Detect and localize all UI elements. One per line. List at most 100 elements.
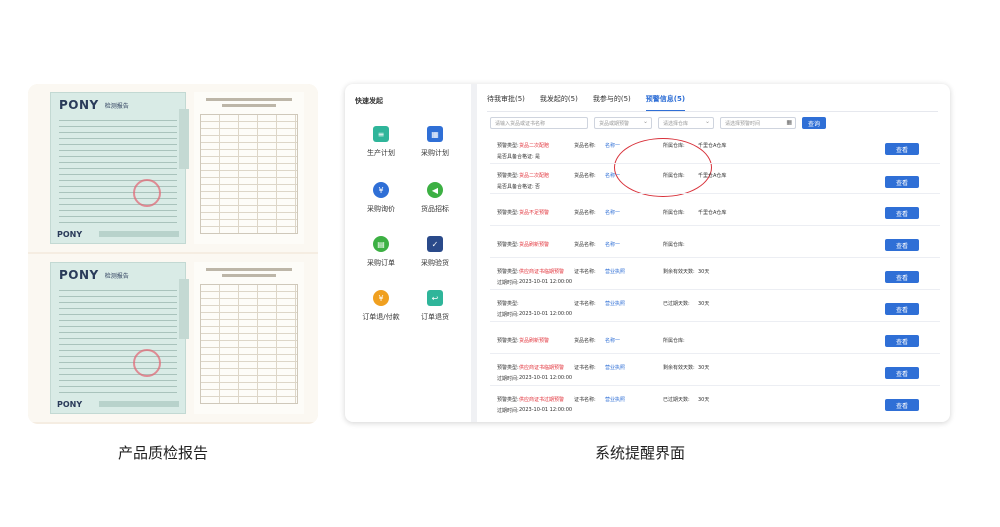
field-label: 证书名称: (574, 301, 596, 307)
logo-subtitle: 检测报告 (104, 272, 129, 280)
quality-report-page: PONY 检测报告 PONY (28, 254, 318, 422)
quick-item-inquiry[interactable]: ¥ 采购询价 (353, 182, 409, 214)
sheet-subtitle-line (222, 274, 276, 277)
tab-initiated[interactable]: 我发起的(5) (540, 94, 578, 112)
warning-row: 预警类型: 供应商证书临期预警 证书名称: 营业执照 剩余有效天数: 30天 过… (490, 262, 940, 290)
field-label: 证书名称: (574, 365, 596, 371)
quick-item-production-plan[interactable]: ≡ 生产计划 (353, 126, 409, 158)
sheet-title-line (206, 268, 292, 271)
field-link[interactable]: 营业执照 (605, 364, 625, 371)
view-button[interactable]: 查看 (885, 176, 919, 188)
test-sheet (194, 262, 304, 414)
view-button[interactable]: 查看 (885, 239, 919, 251)
view-button[interactable]: 查看 (885, 399, 919, 411)
shield-icon: ✓ (427, 236, 443, 252)
calendar-icon: ▦ (786, 119, 792, 126)
view-button[interactable]: 查看 (885, 303, 919, 315)
filter-bar: 请输入货品或证书名称 货品或期预警 请选择仓库 请选择预警时间 ▦ 查询 (490, 117, 827, 129)
caption-system-reminder: 系统提醒界面 (595, 444, 686, 462)
red-stamp (133, 349, 161, 377)
quick-item-label: 采购询价 (367, 205, 395, 213)
sheet-grid (200, 284, 298, 404)
warning-type-label: 预警类型: (497, 173, 519, 179)
tab-bar: 待我审批(5) 我发起的(5) 我参与的(5) 预警信息(5) (487, 94, 686, 112)
pony-footer-logo: PONY (57, 400, 83, 409)
quick-launch-title: 快速发起 (355, 97, 383, 105)
field-link[interactable]: 营业执照 (605, 300, 625, 307)
warning-row: 预警类型: 证书名称: 营业执照 已过期天数: 30天 过期时间: 2023-1… (490, 294, 940, 322)
warning-row: 预警类型: 货品刷新预警 货品名称: 名称一 所属仓库: 查看 (490, 230, 940, 258)
quick-item-refund[interactable]: ¥ 订单退/付款 (353, 290, 409, 322)
quick-launch-panel: 快速发起 ≡ 生产计划 ▦ 采购计划 ¥ 采购询价 ◀ 货品招标 ▤ 采购订单 … (345, 84, 471, 422)
field-link[interactable]: 名称一 (605, 337, 620, 344)
tab-underline (487, 111, 938, 112)
footer-bar (99, 401, 179, 407)
field-value: 千里仓A仓库 (698, 210, 727, 216)
field-link[interactable]: 名称一 (605, 172, 620, 179)
tab-warnings[interactable]: 预警信息(5) (645, 94, 686, 112)
field-label: 所属仓库: (663, 210, 685, 216)
field-label: 所属仓库: (663, 338, 685, 344)
quick-item-inspection[interactable]: ✓ 采购验货 (407, 236, 463, 268)
quick-item-purchase-order[interactable]: ▤ 采购订单 (353, 236, 409, 268)
quick-item-purchase-plan[interactable]: ▦ 采购计划 (407, 126, 463, 158)
field-link[interactable]: 营业执照 (605, 268, 625, 275)
warning-type-value: 货品刷新预警 (519, 242, 550, 248)
warehouse-select[interactable]: 请选择仓库 (658, 117, 714, 129)
sheet-grid (200, 114, 298, 234)
warning-panel: 待我审批(5) 我发起的(5) 我参与的(5) 预警信息(5) 请输入货品或证书… (477, 84, 950, 422)
view-button[interactable]: 查看 (885, 367, 919, 379)
view-button[interactable]: 查看 (885, 207, 919, 219)
tab-pending-approval[interactable]: 待我审批(5) (487, 94, 525, 112)
field-value: 30天 (698, 269, 710, 275)
certificate-side-strip (179, 279, 189, 339)
warning-row: 预警类型: 供应商证书临期预警 证书名称: 营业执照 剩余有效天数: 30天 过… (490, 358, 940, 386)
warning-type-value: 货品刷新预警 (519, 338, 550, 344)
search-input[interactable]: 请输入货品或证书名称 (490, 117, 588, 129)
field-link[interactable]: 名称一 (605, 209, 620, 216)
sub-value: 是 (535, 154, 541, 160)
field-label: 所属仓库: (663, 242, 685, 248)
field-label: 已过期天数: (663, 301, 690, 307)
sub-label: 是否具备合格证: (497, 184, 534, 190)
return-icon: ↩ (427, 290, 443, 306)
footer-bar (99, 231, 179, 237)
field-label: 剩余有效天数: (663, 365, 695, 371)
quick-item-bidding[interactable]: ◀ 货品招标 (407, 182, 463, 214)
warning-row: 预警类型: 货品二次配赔 货品名称: 名称一 所属仓库: 千里仓A仓库 是否具备… (490, 166, 940, 194)
clipboard-icon: ≡ (373, 126, 389, 142)
warning-type-select[interactable]: 货品或期预警 (594, 117, 652, 129)
view-button[interactable]: 查看 (885, 271, 919, 283)
field-value: 千里仓A仓库 (698, 143, 727, 149)
view-button[interactable]: 查看 (885, 335, 919, 347)
warning-type-value: 货品二次配赔 (519, 143, 550, 149)
sub-label: 过期时间: (497, 280, 519, 286)
certificate-table (59, 285, 177, 393)
sub-label: 过期时间: (497, 376, 519, 382)
field-value: 30天 (698, 365, 710, 371)
query-button[interactable]: 查询 (802, 117, 827, 129)
quick-item-label: 货品招标 (421, 205, 449, 213)
certificate-header: PONY 检测报告 (59, 98, 129, 112)
quick-item-label: 生产计划 (367, 149, 395, 157)
warning-time-picker[interactable]: 请选择预警时间 ▦ (720, 117, 796, 129)
warning-type-label: 预警类型: (497, 269, 519, 275)
field-label: 所属仓库: (663, 173, 685, 179)
field-link[interactable]: 营业执照 (605, 396, 625, 403)
sub-value: 2023-10-01 12:00:00 (519, 311, 573, 317)
warning-type-label: 预警类型: (497, 365, 519, 371)
field-link[interactable]: 名称一 (605, 241, 620, 248)
certificate: PONY 检测报告 PONY (50, 92, 189, 244)
warning-row: 预警类型: 供应商证书过期预警 证书名称: 营业执照 已过期天数: 30天 过期… (490, 390, 940, 418)
field-label: 已过期天数: (663, 397, 690, 403)
view-button[interactable]: 查看 (885, 143, 919, 155)
quick-item-return[interactable]: ↩ 订单退货 (407, 290, 463, 322)
quick-item-label: 订单退/付款 (362, 313, 400, 321)
tab-participated[interactable]: 我参与的(5) (593, 94, 631, 112)
certificate: PONY 检测报告 PONY (50, 262, 189, 414)
warning-type-value: 货品不足预警 (519, 210, 550, 216)
field-label: 货品名称: (574, 173, 596, 179)
field-label: 证书名称: (574, 397, 596, 403)
field-link[interactable]: 名称一 (605, 142, 620, 149)
quick-item-label: 采购计划 (421, 149, 449, 157)
